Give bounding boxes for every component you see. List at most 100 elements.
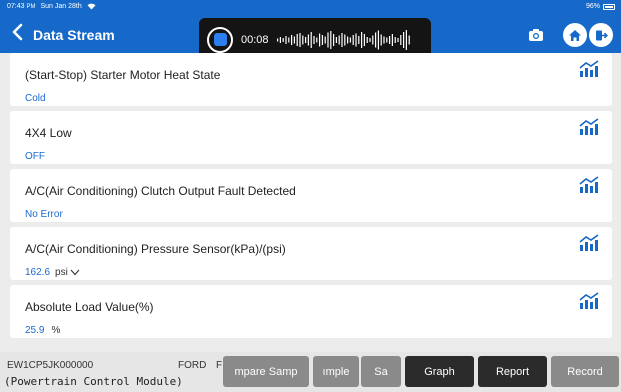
wifi-icon	[87, 3, 96, 10]
parameter-value: 25.9 %	[25, 325, 61, 336]
graph-icon[interactable]	[578, 234, 600, 252]
waveform-bar	[402, 31, 404, 48]
list-item[interactable]: Absolute Load Value(%) 25.9 %	[10, 285, 612, 338]
vehicle-make: FORD	[178, 360, 207, 371]
waveform-bar	[296, 33, 298, 46]
status-time: 07:43 PM	[7, 3, 36, 10]
waveform-bar	[405, 29, 407, 50]
parameter-name: A/C(Air Conditioning) Pressure Sensor(kP…	[25, 242, 286, 256]
recording-timer: 00:08	[241, 33, 269, 46]
waveform-bar	[360, 31, 362, 48]
compare-sample-button[interactable]: mpare Samp	[223, 356, 309, 387]
battery-indicator: 96%	[586, 3, 615, 10]
exit-button[interactable]	[589, 23, 613, 47]
parameter-name: A/C(Air Conditioning) Clutch Output Faul…	[25, 184, 296, 198]
graph-button[interactable]: Graph	[405, 356, 474, 387]
bottom-bar: EW1CP5JK000000 FORD F (Powertrain Contro…	[0, 352, 621, 392]
record-button[interactable]: Record	[551, 356, 619, 387]
module-name: (Powertrain Control Module)	[4, 375, 183, 388]
waveform-bar	[276, 38, 278, 41]
waveform-bar	[335, 36, 337, 43]
home-icon	[569, 29, 581, 41]
parameter-value: 162.6 psi	[25, 267, 80, 278]
waveform-bar	[321, 34, 323, 45]
waveform-bar	[338, 35, 340, 44]
waveform-bar	[318, 33, 320, 46]
unit-label: %	[51, 325, 61, 336]
parameter-value: No Error	[25, 209, 63, 220]
data-stream-list[interactable]: (Start-Stop) Starter Motor Heat State Co…	[10, 53, 612, 343]
waveform-bar	[307, 34, 309, 45]
waveform-bar	[371, 35, 373, 44]
battery-icon	[603, 3, 615, 10]
waveform-bar	[399, 34, 401, 45]
waveform-bar	[301, 35, 303, 44]
report-button[interactable]: Report	[478, 356, 547, 387]
waveform-bar	[340, 32, 343, 47]
waveform-bar	[310, 31, 312, 48]
battery-percent: 96%	[585, 3, 600, 10]
waveform-bar	[290, 34, 292, 45]
waveform-bar	[293, 36, 295, 43]
list-item[interactable]: (Start-Stop) Starter Motor Heat State Co…	[10, 53, 612, 106]
list-item[interactable]: A/C(Air Conditioning) Clutch Output Faul…	[10, 169, 612, 222]
parameter-value: Cold	[25, 93, 46, 104]
parameter-name: 4X4 Low	[25, 126, 72, 140]
status-bar: 07:43 PM Sun Jan 28th	[7, 3, 96, 10]
waveform-bar	[315, 37, 317, 42]
save-button[interactable]: Sa	[361, 356, 401, 387]
waveform-bar	[282, 37, 284, 42]
waveform-bar	[304, 36, 306, 43]
waveform-bar	[354, 33, 357, 46]
waveform-bar	[391, 33, 393, 46]
waveform-bar	[312, 35, 315, 44]
waveform-bar	[388, 35, 390, 44]
waveform-bar	[380, 34, 382, 45]
waveform-bar	[284, 35, 287, 44]
graph-icon[interactable]	[578, 118, 600, 136]
waveform-bar	[329, 30, 331, 49]
audio-waveform-icon	[276, 29, 410, 50]
parameter-value: OFF	[25, 151, 45, 162]
waveform-bar	[298, 32, 301, 47]
stop-icon	[213, 33, 227, 46]
graph-icon[interactable]	[578, 176, 600, 194]
list-item[interactable]: 4X4 Low OFF	[10, 111, 612, 164]
waveform-bar	[366, 36, 368, 43]
waveform-bar	[385, 37, 387, 42]
waveform-bar	[357, 35, 359, 44]
camera-icon[interactable]	[528, 28, 544, 42]
waveform-bar	[287, 37, 289, 42]
waveform-bar	[326, 32, 329, 47]
waveform-bar	[343, 34, 345, 45]
parameter-name: Absolute Load Value(%)	[25, 300, 154, 314]
graph-icon[interactable]	[578, 292, 600, 310]
list-item[interactable]: A/C(Air Conditioning) Pressure Sensor(kP…	[10, 227, 612, 280]
waveform-bar	[396, 37, 399, 42]
waveform-bar	[346, 36, 348, 43]
sample-button[interactable]: ımple	[313, 356, 359, 387]
unit-select[interactable]: psi	[55, 267, 68, 278]
page-title: Data Stream	[33, 27, 115, 43]
chevron-down-icon[interactable]	[70, 269, 80, 276]
exit-icon	[596, 30, 608, 40]
back-arrow-icon[interactable]	[10, 23, 26, 41]
waveform-bar	[368, 37, 371, 42]
waveform-bar	[332, 33, 334, 46]
waveform-bar	[382, 36, 385, 43]
waveform-bar	[374, 32, 376, 47]
vin-label: EW1CP5JK000000	[7, 360, 94, 371]
waveform-bar	[352, 34, 354, 45]
graph-icon[interactable]	[578, 60, 600, 78]
stop-recording-button[interactable]	[207, 26, 233, 53]
parameter-name: (Start-Stop) Starter Motor Heat State	[25, 68, 221, 82]
home-button[interactable]	[563, 23, 587, 47]
waveform-bar	[363, 33, 365, 46]
waveform-bar	[349, 37, 351, 42]
vehicle-make-extra: F	[216, 360, 223, 371]
waveform-bar	[279, 36, 281, 43]
waveform-bar	[324, 36, 326, 43]
waveform-bar	[408, 35, 410, 44]
waveform-bar	[377, 30, 379, 49]
waveform-bar	[394, 36, 396, 43]
